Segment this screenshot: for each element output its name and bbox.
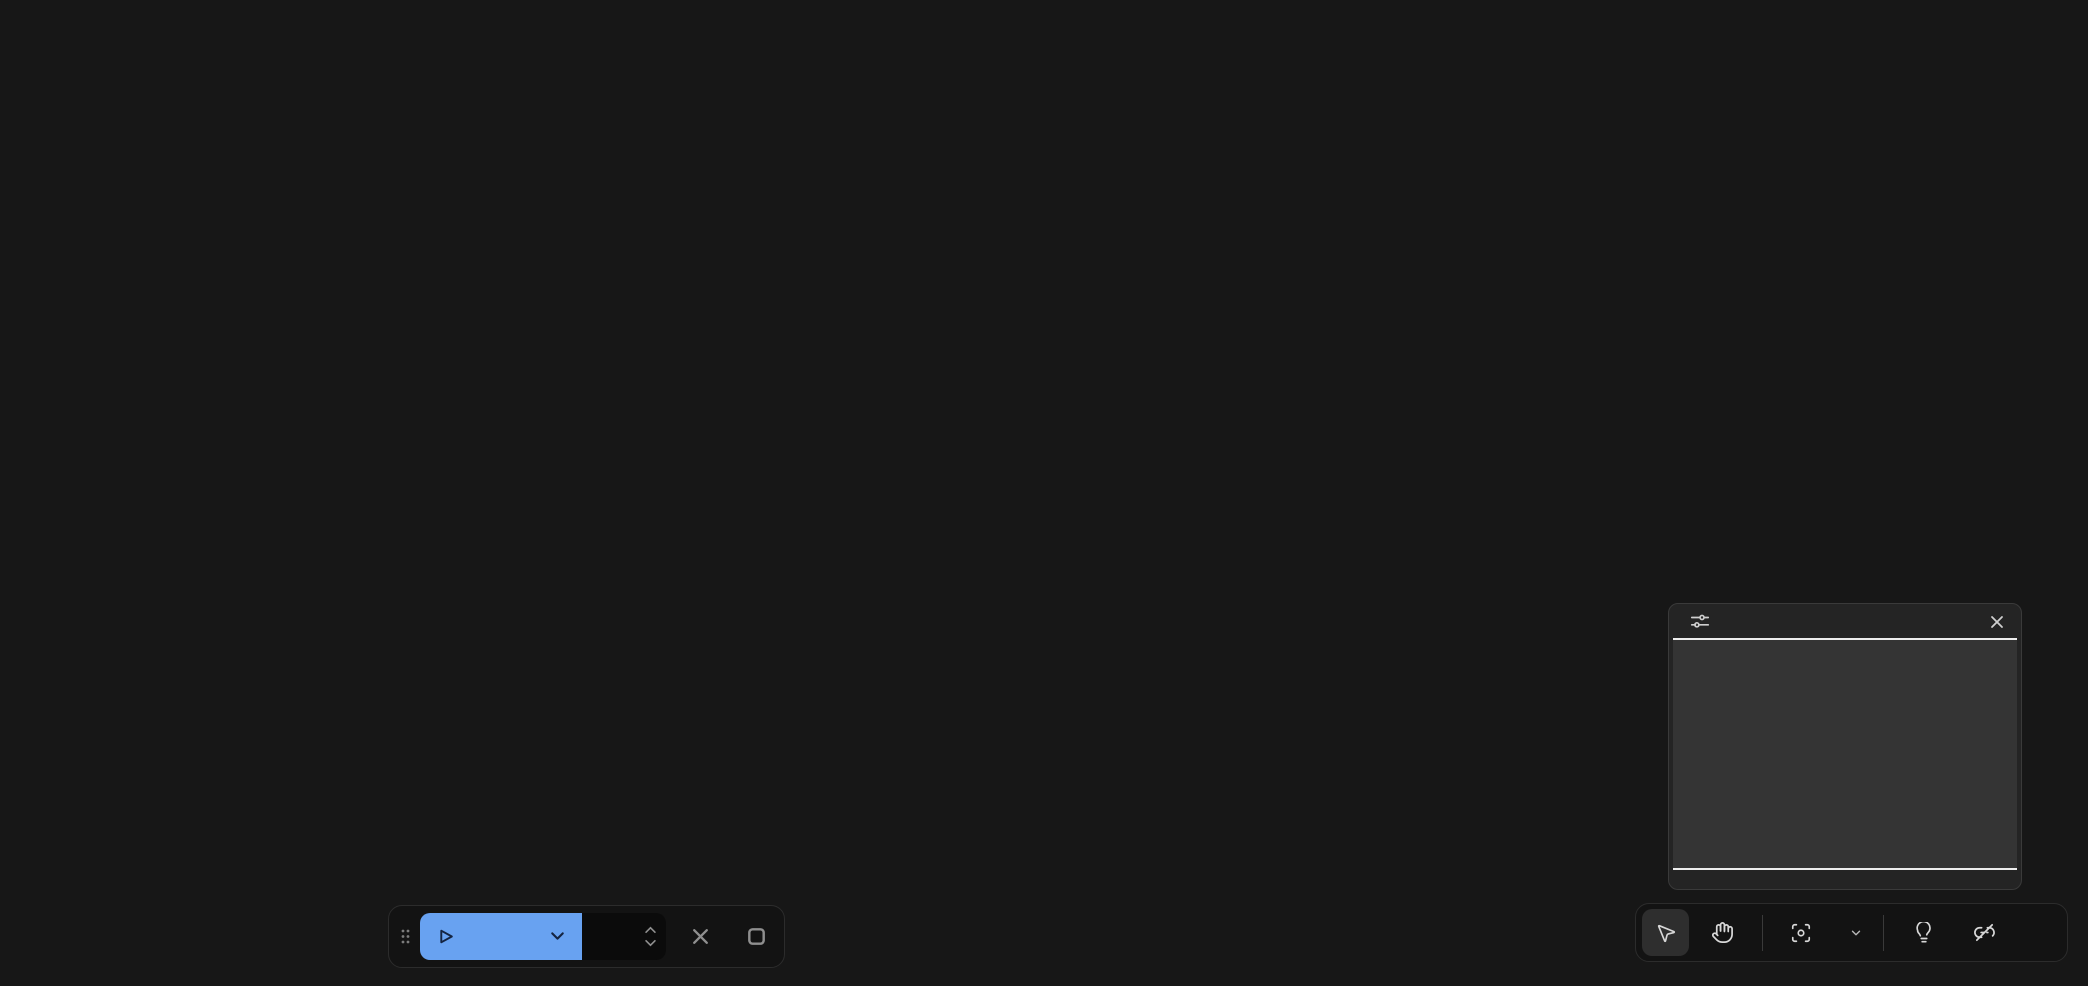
zoom-dropdown[interactable]	[1842, 926, 1863, 940]
stepper-up-icon[interactable]	[644, 926, 657, 934]
toolbar-divider	[1762, 915, 1763, 951]
stop-icon	[746, 926, 767, 947]
minimap-options-icon[interactable]	[1689, 612, 1711, 634]
run-button[interactable]	[420, 913, 582, 960]
minimap-header	[1669, 604, 2021, 638]
theme-toggle-button[interactable]	[1900, 909, 1947, 956]
run-toolbar	[388, 905, 785, 968]
cancel-icon	[690, 926, 711, 947]
queue-count-box[interactable]	[582, 913, 666, 960]
cancel-run-button[interactable]	[690, 926, 711, 947]
lightbulb-icon	[1913, 922, 1935, 944]
toolbar-divider	[1883, 915, 1884, 951]
run-options-chevron-icon[interactable]	[547, 926, 568, 947]
minimap-close-icon[interactable]	[1987, 612, 2007, 632]
link-off-icon	[1973, 921, 1996, 944]
play-icon	[436, 927, 455, 946]
minimap[interactable]	[1673, 638, 2017, 870]
pan-tool-button[interactable]	[1699, 909, 1746, 956]
fit-view-button[interactable]	[1777, 909, 1824, 956]
pointer-icon	[1655, 922, 1677, 944]
toolbar-drag-handle[interactable]	[400, 928, 411, 945]
focus-icon	[1790, 922, 1812, 944]
hand-icon	[1711, 921, 1734, 944]
minimap-panel	[1668, 603, 2022, 890]
minimap-wires	[1673, 640, 2017, 868]
view-toolbar	[1635, 903, 2068, 962]
stepper-down-icon[interactable]	[644, 939, 657, 947]
toggle-links-button[interactable]	[1961, 909, 2008, 956]
chevron-down-icon	[1849, 926, 1863, 940]
stop-button[interactable]	[746, 926, 767, 947]
select-tool-button[interactable]	[1642, 909, 1689, 956]
queue-count-stepper[interactable]	[644, 926, 657, 947]
